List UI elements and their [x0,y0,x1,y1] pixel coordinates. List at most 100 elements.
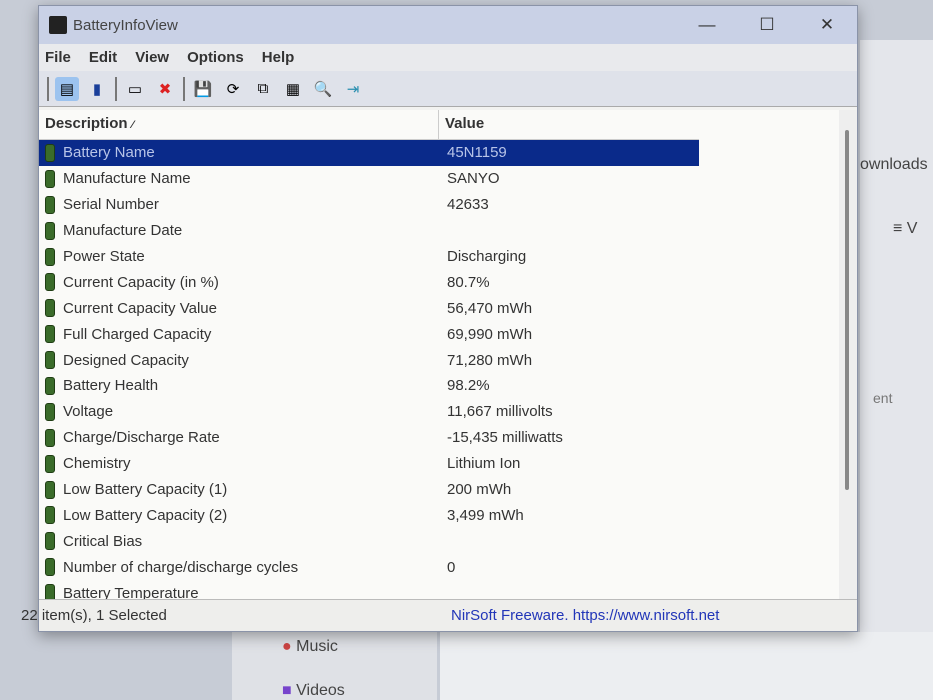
status-bar: 22 item(s), 1 Selected NirSoft Freeware.… [21,599,857,631]
table-row[interactable]: Designed Capacity 71,280 mWh [39,347,849,373]
row-value: SANYO [447,170,500,188]
table-row[interactable]: Chemistry Lithium Ion [39,451,849,477]
table-row[interactable]: Battery Name 45N1159 [39,140,699,166]
toolbar-separator [115,76,117,101]
battery-view-icon[interactable]: ▮ [85,77,109,101]
table-row[interactable]: Manufacture Date [39,218,849,244]
title-bar: BatteryInfoView — ☐ ✕ [39,6,857,44]
menu-view[interactable]: View [135,49,169,66]
properties-icon[interactable]: ▭ [123,77,147,101]
close-button[interactable]: ✕ [797,15,857,35]
row-description: Battery Temperature [63,584,199,600]
save-icon[interactable]: 💾 [191,77,215,101]
table-row[interactable]: Voltage 11,667 millivolts [39,399,849,425]
table-row[interactable]: Low Battery Capacity (1) 200 mWh [39,477,849,503]
table-row[interactable]: Manufacture Name SANYO [39,166,849,192]
row-description: Number of charge/discharge cycles [63,558,299,576]
table-row[interactable]: Low Battery Capacity (2) 3,499 mWh [39,502,849,528]
battery-icon [45,480,55,499]
row-description: Current Capacity Value [63,299,217,317]
battery-icon [45,532,55,551]
exit-icon[interactable]: ⇥ [341,77,365,101]
row-value: 200 mWh [447,481,512,499]
videos-icon: ■ [282,682,292,699]
table-row[interactable]: Current Capacity Value 56,470 mWh [39,295,849,321]
row-description: Low Battery Capacity (2) [63,506,228,524]
row-description: Full Charged Capacity [63,325,212,343]
bg-view: ≡ V [893,220,918,237]
table-row[interactable]: Serial Number 42633 [39,192,849,218]
list-view-icon[interactable]: ▤ [55,76,79,101]
maximize-button[interactable]: ☐ [737,15,797,35]
toolbar: ▤ ▮ ▭ ✖ 💾 ⟳ ⧉ ▦ 🔍 ⇥ [39,71,857,107]
sort-icon: ⁄ [131,119,134,131]
battery-icon [45,376,55,395]
bg-videos-item[interactable]: ■ Videos [282,682,345,700]
toolbar-separator [47,76,49,101]
list-header: Description ⁄ Value [39,110,699,140]
table-row[interactable]: Number of charge/discharge cycles 0 [39,554,849,580]
table-row[interactable]: Power State Discharging [39,244,849,270]
row-description: Low Battery Capacity (1) [63,481,228,499]
delete-icon[interactable]: ✖ [153,77,177,101]
table-row[interactable]: Full Charged Capacity 69,990 mWh [39,321,849,347]
row-value: Discharging [447,248,527,265]
row-value: 56,470 mWh [447,299,533,317]
bg-music-item[interactable]: ● Music [282,638,338,656]
battery-icon [45,454,55,473]
battery-icon [45,506,55,525]
row-value: 71,280 mWh [447,351,533,369]
nirsoft-link[interactable]: NirSoft Freeware. https://www.nirsoft.ne… [451,607,719,624]
battery-icon [45,402,55,421]
bg-downloads: ownloads [860,156,928,173]
row-value: 0 [447,558,456,576]
background-explorer [860,40,933,700]
table-row[interactable]: Charge/Discharge Rate -15,435 milliwatts [39,425,849,451]
row-value: 69,990 mWh [447,325,533,343]
copy-icon[interactable]: ⧉ [251,77,275,101]
battery-icon [45,273,55,292]
row-description: Chemistry [63,455,131,473]
battery-icon [45,247,55,266]
menu-help[interactable]: Help [262,49,295,66]
find-icon[interactable]: 🔍 [311,77,335,101]
column-description[interactable]: Description ⁄ [39,110,439,139]
menu-file[interactable]: File [45,49,71,66]
row-description: Battery Health [63,377,159,395]
battery-icon [45,351,55,370]
battery-icon [45,195,55,214]
table-row[interactable]: Battery Temperature [39,580,849,600]
batteryinfoview-window: BatteryInfoView — ☐ ✕ File Edit View Opt… [21,5,858,632]
table-row[interactable]: Critical Bias [39,528,849,554]
scrollbar-thumb[interactable] [845,130,849,490]
item-count: 22 item(s), 1 Selected [21,607,167,624]
table-row[interactable]: Battery Health 98.2% [39,373,849,399]
battery-icon [45,428,55,447]
row-description: Power State [63,248,145,265]
row-description: Designed Capacity [63,351,189,369]
row-value: 80.7% [447,273,490,291]
minimize-button[interactable]: — [677,15,737,35]
vertical-scrollbar[interactable] [839,110,857,600]
row-value: -15,435 milliwatts [447,429,563,447]
battery-info-list: Description ⁄ Value Battery Name 45N1159 M… [39,110,849,600]
menu-edit[interactable]: Edit [89,49,117,66]
row-value: 11,667 millivolts [447,403,553,421]
window-title: BatteryInfoView [73,16,178,34]
menu-options[interactable]: Options [187,49,244,66]
row-value: Lithium Ion [447,455,521,473]
row-description: Serial Number [63,196,159,214]
html-report-icon[interactable]: ▦ [281,77,305,101]
column-value[interactable]: Value [439,110,490,139]
table-row[interactable]: Current Capacity (in %) 80.7% [39,269,849,295]
row-value: 3,499 mWh [447,506,524,524]
battery-icon [45,325,55,344]
background-content [440,632,933,700]
battery-icon [45,558,55,577]
row-description: Charge/Discharge Rate [63,429,220,447]
row-description: Voltage [63,403,114,421]
refresh-icon[interactable]: ⟳ [221,77,245,101]
row-description: Current Capacity (in %) [63,273,219,291]
row-description: Critical Bias [63,532,143,550]
row-description: Manufacture Date [63,222,183,240]
